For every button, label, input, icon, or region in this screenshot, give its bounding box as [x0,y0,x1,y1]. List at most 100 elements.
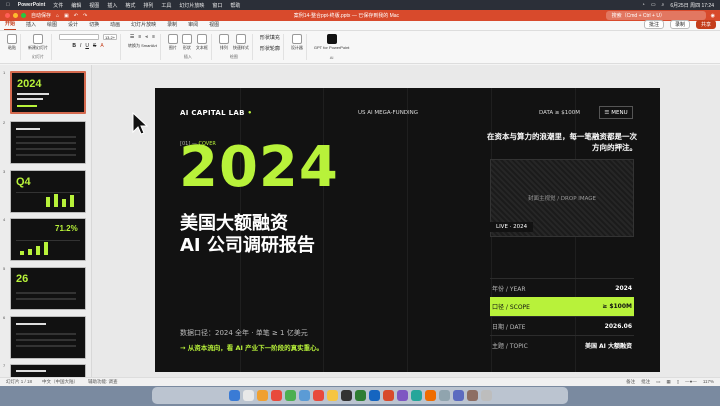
gpt-for-powerpoint-button[interactable]: GPT for PowerPoint [314,34,349,50]
align-left-icon[interactable]: ⫷ [145,34,148,40]
mail-icon[interactable] [298,390,310,401]
grid-view-icon[interactable]: ▦ [666,379,670,385]
normal-view-icon[interactable]: ▭ [656,379,660,385]
accessibility-status[interactable]: 辅助功能: 调查 [88,379,118,385]
slide-thumbnail-4[interactable]: 71.2% [10,218,86,261]
menu-help[interactable]: 帮助 [230,2,240,9]
messages-icon[interactable] [284,390,296,401]
menu-window[interactable]: 窗口 [212,2,222,9]
app-icon[interactable] [270,390,282,401]
tab-design[interactable]: 设计 [67,21,79,30]
notes-button[interactable]: 备注 [626,379,635,385]
menu-format[interactable]: 格式 [125,2,135,9]
current-slide[interactable]: AI CAPITAL LAB • US AI MEGA-FUNDING DATA… [155,88,660,372]
excel-icon[interactable] [354,390,366,401]
terminal-icon[interactable] [340,390,352,401]
app-icon[interactable] [396,390,408,401]
wifi-icon[interactable]: ◔ [642,2,645,8]
menu-file[interactable]: 文件 [53,2,63,9]
slide-year[interactable]: 2024 [179,140,339,196]
data-caliber-text[interactable]: 数据口径：2024 全年 · 单笔 ≥ 1 亿美元 [180,328,308,338]
battery-icon[interactable]: ▭ [651,2,656,8]
search-box[interactable]: 搜索（Cmd + Ctrl + U） [605,11,706,20]
slide-data-label[interactable]: DATA ≥ $100M [539,110,580,116]
numbering-icon[interactable]: ≡ [138,34,141,40]
font-color-button[interactable]: A [100,43,103,49]
zoom-slider[interactable]: —●— [685,379,697,385]
arrange-button[interactable]: 排列 [218,34,229,51]
shapes-button[interactable]: 形状 [181,34,192,51]
menubar-app-name[interactable]: PowerPoint [18,2,46,8]
app-icon[interactable] [438,390,450,401]
slide-thumbnail-3[interactable]: Q4 [10,170,86,213]
powerpoint-icon[interactable] [382,390,394,401]
underline-button[interactable]: U [85,43,89,49]
undo-icon[interactable]: ↶ [74,13,78,19]
comments-button[interactable]: 批注 [643,20,664,29]
smartart-button[interactable]: 转换为 SmartArt [128,43,157,49]
record-button[interactable]: 录制 [669,20,690,29]
bold-button[interactable]: B [72,43,76,49]
save-icon[interactable]: ▣ [64,13,69,19]
language[interactable]: 中文（中国大陆） [42,379,78,385]
autosave-label[interactable]: 自动保存 [31,12,51,19]
shape-fill-button[interactable]: 形状填充 [260,34,280,41]
safari-icon[interactable] [256,390,268,401]
notes-icon[interactable] [326,390,338,401]
font-family-select[interactable] [59,34,99,40]
app-icon[interactable] [410,390,422,401]
zoom-level[interactable]: 117% [703,379,714,385]
strikethrough-button[interactable]: S [93,43,96,49]
paste-button[interactable]: 粘贴 [7,34,17,51]
menu-insert[interactable]: 插入 [107,2,117,9]
word-icon[interactable] [368,390,380,401]
app-icon[interactable] [424,390,436,401]
slide-thumbnail-2[interactable] [10,121,86,164]
share-button[interactable]: 共享 [695,20,716,29]
cover-tag[interactable]: [01] — COVER [180,141,216,147]
slide-menu-button[interactable]: ☰ MENU [599,106,633,119]
slide-thumbnail-1[interactable]: 2024 [10,71,86,114]
slide-thumbnail-5[interactable]: 26 [10,267,86,310]
tab-slideshow[interactable]: 幻灯片放映 [130,21,157,30]
shape-outline-button[interactable]: 形状轮廓 [260,45,280,52]
textbox-button[interactable]: 文本框 [196,34,208,51]
font-size-select[interactable]: 13.2+ [103,34,117,40]
slide-canvas[interactable]: AI CAPITAL LAB • US AI MEGA-FUNDING DATA… [92,65,720,377]
menu-slideshow[interactable]: 幻灯片放映 [179,2,204,9]
tab-insert[interactable]: 插入 [25,21,37,30]
align-center-icon[interactable]: ≡ [152,34,155,40]
launchpad-icon[interactable] [242,390,254,401]
picture-button[interactable]: 图片 [167,34,178,51]
slide-count[interactable]: 幻灯片 1 / 18 [6,379,32,385]
menu-tools[interactable]: 工具 [161,2,171,9]
slide-title-line2[interactable]: AI 公司调研报告 [180,236,315,256]
menu-edit[interactable]: 编辑 [71,2,81,9]
tab-record[interactable]: 录制 [166,21,178,30]
app-icon[interactable] [466,390,478,401]
designer-button[interactable]: 设计器 [291,34,303,51]
close-window-button[interactable] [5,13,10,18]
arrow-subtitle[interactable]: → 从资本流向，看 AI 产业下一阶段的真实重心。 [180,342,323,352]
slide-title-line1[interactable]: 美国大额融资 [180,214,288,234]
menu-arrange[interactable]: 排列 [143,2,153,9]
search-icon[interactable]: ⌕ [662,2,665,8]
slide-thumbnail-6[interactable] [10,316,86,359]
app-icon[interactable] [452,390,464,401]
minimize-window-button[interactable] [13,13,18,18]
slide-brand[interactable]: AI CAPITAL LAB • [180,109,252,117]
tab-draw[interactable]: 绘图 [46,21,58,30]
bullets-icon[interactable]: ☰ [130,34,134,40]
info-row-year[interactable]: 年份 / YEAR 2024 [490,278,634,297]
finder-icon[interactable] [228,390,240,401]
new-slide-button[interactable]: 新建幻灯片 [28,34,48,51]
italic-button[interactable]: I [80,43,81,49]
menubar-clock[interactable]: 6月25日 周四 17:24 [670,2,714,9]
tab-animations[interactable]: 动画 [109,21,121,30]
reading-view-icon[interactable]: ▯ [677,379,679,385]
trash-icon[interactable] [480,390,492,401]
zoom-window-button[interactable] [21,13,26,18]
calendar-icon[interactable] [312,390,324,401]
user-icon[interactable]: ◉ [711,13,715,19]
tab-home[interactable]: 开始 [4,20,17,30]
